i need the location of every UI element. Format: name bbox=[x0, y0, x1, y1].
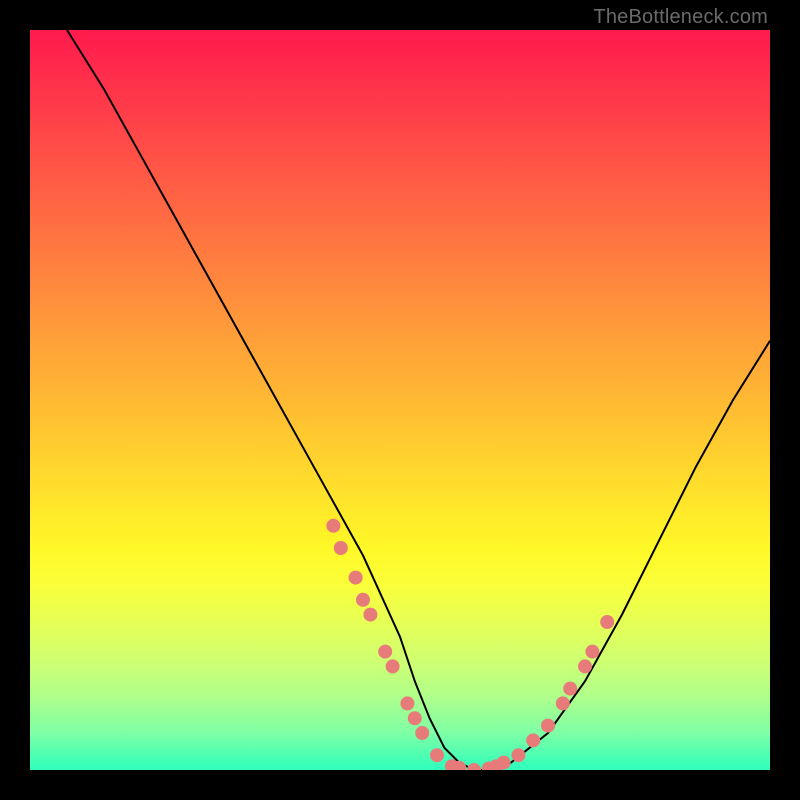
watermark-text: TheBottleneck.com bbox=[593, 6, 768, 29]
main-curve bbox=[67, 30, 770, 770]
curve-svg bbox=[30, 30, 770, 770]
highlight-dots bbox=[326, 519, 614, 770]
chart-frame: TheBottleneck.com bbox=[0, 0, 800, 800]
plot-area bbox=[30, 30, 770, 770]
